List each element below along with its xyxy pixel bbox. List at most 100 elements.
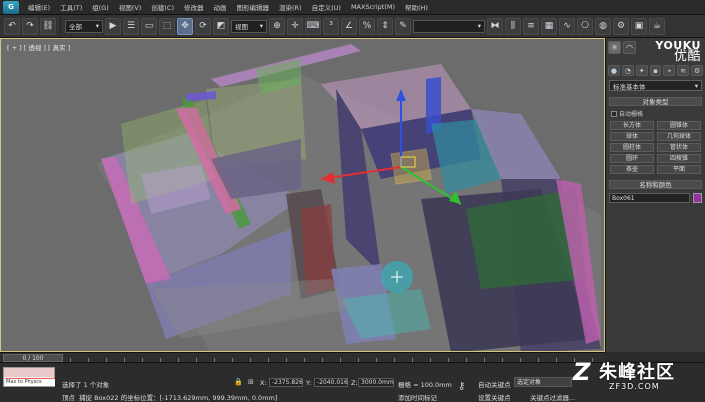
object-color-swatch[interactable] [693, 193, 702, 203]
rect-selection-icon[interactable]: ▭ [141, 17, 157, 35]
object-name-field[interactable]: Box061 [609, 193, 690, 203]
toolbar-divider [60, 18, 61, 34]
y-coord-field[interactable]: -2040.016 [314, 378, 348, 387]
maxscript-input-line[interactable]: Max to Physcs [5, 378, 55, 386]
menu-rendering[interactable]: 渲染(R) [274, 2, 307, 12]
menu-group[interactable]: 组(G) [87, 2, 114, 12]
render-production-icon[interactable]: ☕ [649, 17, 665, 35]
teapot-button[interactable]: 茶壶 [610, 165, 654, 174]
key-mode-dropdown[interactable]: 选定对象 [514, 377, 572, 387]
select-manipulate-icon[interactable]: ✛ [287, 17, 303, 35]
helpers-icon[interactable]: ⌖ [663, 65, 676, 76]
angle-snap-icon[interactable]: ∠ [341, 17, 357, 35]
curve-editor-icon[interactable]: ∿ [559, 17, 575, 35]
autogrid-checkbox[interactable]: 自动栅格 [611, 109, 700, 118]
modify-tab-icon[interactable]: ◠ [623, 41, 636, 54]
y-label: Y: [306, 379, 312, 387]
object-type-grid: 长方体 圆锥体 球体 几何球体 圆柱体 管状体 圆环 四棱锥 茶壶 平面 [610, 121, 701, 174]
window-crossing-icon[interactable]: ⬚ [159, 17, 175, 35]
cameras-icon[interactable]: ▪ [649, 65, 662, 76]
viewport-label[interactable]: [ + ] [ 透视 ] [ 真实 ] [7, 42, 70, 52]
name-color-rollout[interactable]: 名称和颜色 [609, 180, 702, 189]
select-by-name-icon[interactable]: ☰ [123, 17, 139, 35]
time-slider[interactable]: 0 / 100 [3, 354, 63, 362]
geometry-icon[interactable]: ● [608, 65, 620, 76]
perspective-viewport[interactable]: [ + ] [ 透视 ] [ 真实 ] [0, 38, 605, 352]
menu-create[interactable]: 创建(C) [146, 2, 179, 12]
zf-logo-icon: Z [573, 358, 591, 386]
redo-icon[interactable]: ↷ [22, 17, 38, 35]
app-logo-icon[interactable]: G [3, 0, 19, 14]
box-button[interactable]: 长方体 [610, 121, 654, 130]
maxscript-listener[interactable]: Max to Physcs [3, 367, 55, 387]
add-time-tag[interactable]: 添加时间标记 [398, 392, 437, 402]
command-panel: ✳ ◠ YOUKU 优酷 ● ◔ ✦ ▪ ⌖ ≋ ⚙ 标准基本体 ▾ 对象类型 自… [605, 38, 705, 352]
pivot-center-icon[interactable]: ⊕ [269, 17, 285, 35]
selection-filter-dropdown[interactable]: 全部 ▾ [65, 19, 103, 33]
sphere-button[interactable]: 球体 [610, 132, 654, 141]
cylinder-button[interactable]: 圆柱体 [610, 143, 654, 152]
youku-logo-cn: 优酷 [673, 49, 701, 64]
plane-button[interactable]: 平面 [657, 165, 701, 174]
snap-3d-icon[interactable]: ³ [323, 17, 339, 35]
scale-icon[interactable]: ◩ [213, 17, 229, 35]
x-coord-field[interactable]: -2375.826 [269, 378, 303, 387]
graphite-tools-icon[interactable]: ▦ [541, 17, 557, 35]
move-icon[interactable]: ✥ [177, 17, 193, 35]
key-filters-button[interactable]: 关键点过滤器... [530, 392, 575, 402]
keyboard-shortcut-icon[interactable]: ⌨ [305, 17, 321, 35]
undo-icon[interactable]: ↶ [4, 17, 20, 35]
menu-tools[interactable]: 工具(T) [55, 2, 87, 12]
shapes-icon[interactable]: ◔ [621, 65, 634, 76]
torus-button[interactable]: 圆环 [610, 154, 654, 163]
z-coord-field[interactable]: 3000.0mm [358, 378, 394, 387]
absolute-mode-icon[interactable]: ⊞ [248, 378, 256, 386]
autokey-button[interactable]: 自动关键点 [478, 379, 511, 389]
x-label: X: [260, 379, 267, 387]
selection-lock-icon[interactable]: 🔒 [234, 378, 243, 386]
zf-logo-cn: 朱峰社区 [599, 362, 675, 383]
named-selection-dropdown[interactable]: ▾ [413, 19, 485, 33]
layer-manager-icon[interactable]: ≡ [523, 17, 539, 35]
object-type-rollout[interactable]: 对象类型 [609, 97, 702, 106]
lights-icon[interactable]: ✦ [635, 65, 648, 76]
viewport-scene [96, 44, 601, 351]
selection-status: 选择了 1 个对象 [62, 381, 110, 389]
pyramid-button[interactable]: 四棱锥 [657, 154, 701, 163]
spacewarps-icon[interactable]: ≋ [677, 65, 690, 76]
edit-named-selection-icon[interactable]: ✎ [395, 17, 411, 35]
menu-maxscript[interactable]: MAXScript(M) [346, 3, 400, 11]
zf3d-watermark: Z 朱峰社区 ZF3D.COM [571, 358, 701, 400]
align-icon[interactable]: ⫼ [505, 17, 521, 35]
menu-graph-editors[interactable]: 图形编辑器 [232, 2, 275, 12]
rendered-frame-icon[interactable]: ▣ [631, 17, 647, 35]
geometry-type-dropdown[interactable]: 标准基本体 ▾ [609, 80, 702, 91]
spinner-snap-icon[interactable]: ⇕ [377, 17, 393, 35]
menu-views[interactable]: 视图(V) [114, 2, 147, 12]
menu-animation[interactable]: 动画 [209, 2, 232, 12]
z-label: Z: [351, 379, 358, 387]
create-tab-icon[interactable]: ✳ [608, 41, 621, 54]
menu-modifiers[interactable]: 修改器 [179, 2, 209, 12]
tube-button[interactable]: 管状体 [657, 143, 701, 152]
mirror-icon[interactable]: ⧓ [487, 17, 503, 35]
timeline[interactable]: 0 / 100 [0, 352, 605, 362]
menu-edit[interactable]: 编辑(E) [23, 2, 55, 12]
geosphere-button[interactable]: 几何球体 [657, 132, 701, 141]
name-color-row: Box061 [609, 193, 702, 203]
select-object-icon[interactable]: ▶ [105, 17, 121, 35]
cone-button[interactable]: 圆锥体 [657, 121, 701, 130]
rotate-icon[interactable]: ⟳ [195, 17, 211, 35]
create-category-icons: ● ◔ ✦ ▪ ⌖ ≋ ⚙ [606, 65, 705, 76]
menu-help[interactable]: 帮助(H) [400, 2, 433, 12]
render-setup-icon[interactable]: ⚙ [613, 17, 629, 35]
set-key-button[interactable]: 设置关键点 [478, 392, 511, 402]
main-toolbar: ↶ ↷ ⛓ 全部 ▾ ▶ ☰ ▭ ⬚ ✥ ⟳ ◩ 视图 ▾ ⊕ ✛ ⌨ ³ ∠ % … [0, 15, 705, 38]
reference-coord-dropdown[interactable]: 视图 ▾ [231, 19, 267, 33]
schematic-view-icon[interactable]: ⎔ [577, 17, 593, 35]
systems-icon[interactable]: ⚙ [691, 65, 704, 76]
material-editor-icon[interactable]: ◍ [595, 17, 611, 35]
link-icon[interactable]: ⛓ [40, 17, 56, 35]
menu-customize[interactable]: 自定义(U) [307, 2, 346, 12]
percent-snap-icon[interactable]: % [359, 17, 375, 35]
